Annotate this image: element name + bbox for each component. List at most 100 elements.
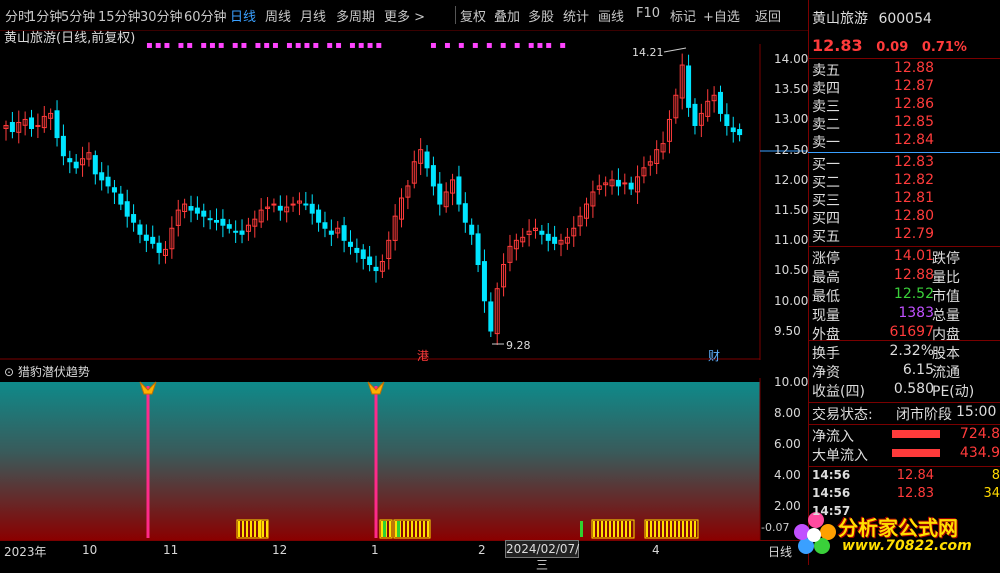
period-tab-60min[interactable]: 60分钟 (184, 6, 227, 25)
period-tab-weekly[interactable]: 周线 (265, 6, 291, 25)
price-change-pct: 0.71% (921, 40, 967, 55)
stat2-row: 收益(四) 0.580 PE(动) (808, 381, 1000, 400)
tick-row: 14:56 12.84 8 (808, 468, 1000, 486)
high-label: 14.21 (632, 46, 664, 59)
last-price: 12.83 (812, 36, 863, 55)
candle-body (290, 203, 296, 206)
watermark-url: www.70822.com (842, 538, 972, 554)
signal-bar (423, 521, 425, 537)
row-label: 现量 (812, 308, 840, 324)
tool-f10-button[interactable]: F10 (636, 6, 660, 21)
signal-bar (654, 521, 656, 537)
candle-body (456, 176, 462, 205)
time-label: 2 (478, 543, 486, 557)
row-value: 12.82 (893, 172, 934, 188)
cursor-date-label: 2024/02/07/三 (505, 540, 580, 572)
row-value: 12.81 (893, 190, 934, 206)
candle-body (277, 205, 283, 211)
candle-body (481, 261, 487, 302)
time-label: 2023年 (4, 545, 47, 559)
candle-body (430, 165, 436, 187)
period-label: 日线 (768, 545, 793, 559)
tool-overlay-button[interactable]: 叠加 (494, 6, 520, 25)
signal-bar (254, 521, 256, 537)
period-tab-30min[interactable]: 30分钟 (140, 6, 183, 25)
indicator-collapse-icon[interactable]: ⊙ (4, 365, 14, 379)
price-tick-label: 9.50 (774, 323, 801, 338)
signal-bar (238, 521, 240, 537)
candle-body (131, 214, 137, 223)
period-tab-5min[interactable]: 5分钟 (61, 6, 95, 25)
period-tab-monthly[interactable]: 月线 (300, 6, 326, 25)
signal-bar (605, 521, 607, 537)
tool-multistock-button[interactable]: 多股 (528, 6, 554, 25)
price-change: 0.09 (876, 40, 909, 55)
tool-stats-button[interactable]: 统计 (563, 6, 589, 25)
tick-volume: 8 (991, 468, 1000, 483)
price-tick-label: 13.00 (774, 112, 809, 127)
signal-bar (593, 521, 595, 537)
row-value: 12.84 (893, 132, 934, 148)
candle-body (143, 234, 149, 241)
candle-body (150, 236, 156, 244)
candle-body (322, 222, 328, 229)
tool-draw-button[interactable]: 画线 (598, 6, 624, 25)
candle-body (111, 187, 117, 193)
row-value: 61697 (889, 324, 934, 340)
row-label: 卖一 (812, 135, 840, 151)
row-label: 买五 (812, 229, 840, 245)
tool-add-watchlist-button[interactable]: +自选 (703, 6, 740, 25)
tool-back-button[interactable]: 返回 (755, 6, 781, 25)
quote-stock-code: 600054 (878, 11, 932, 27)
signal-bar (250, 521, 252, 537)
tick-time: 14:57 (812, 504, 851, 518)
time-label: 11 (163, 543, 179, 557)
indicator-chart[interactable] (0, 378, 808, 540)
signal-bar (403, 521, 405, 537)
signal-bar (621, 521, 623, 537)
financial-report-tag[interactable]: 财 (708, 347, 720, 364)
row-label-2: 量比 (932, 270, 960, 286)
candle-body (316, 209, 322, 223)
row-label: 买四 (812, 211, 840, 227)
candle-body (475, 233, 481, 266)
net-inflow-bar (892, 430, 940, 438)
period-tab-daily[interactable]: 日线 (230, 6, 256, 25)
signal-bar (629, 521, 631, 537)
candlestick-chart[interactable]: 14.21 9.28 (0, 44, 808, 360)
row-value: 12.79 (893, 226, 934, 242)
row-value: 12.87 (893, 78, 934, 94)
signal-bar (427, 521, 429, 537)
quote-header: 黄山旅游 600054 (812, 8, 932, 28)
tool-adjust-button[interactable]: 复权 (460, 6, 486, 25)
signal-bar (389, 521, 391, 537)
period-tab-15min[interactable]: 15分钟 (98, 6, 141, 25)
tick-row: 14:56 12.83 34 (808, 486, 1000, 504)
stat-row: 最高 12.88 量比 (808, 267, 1000, 286)
big-inflow-row: 大单流入 434.9 (812, 445, 1000, 464)
period-tab-more[interactable]: 更多 > (384, 6, 425, 25)
row-value: 1383 (898, 305, 934, 321)
period-tab-multi[interactable]: 多周期 (336, 6, 375, 25)
candle-body (9, 121, 15, 133)
row-label-2: 市值 (932, 289, 960, 305)
candle-body (156, 242, 162, 253)
row-label: 买三 (812, 193, 840, 209)
indicator-tick-label: 2.00 (774, 499, 801, 513)
row-label: 最高 (812, 270, 840, 286)
hk-connect-tag[interactable]: 港 (417, 347, 429, 364)
ask-row: 卖二 12.85 (808, 114, 1000, 133)
row-label-2: PE(动) (932, 384, 975, 400)
candle-body (271, 203, 277, 206)
signal-bar (419, 521, 421, 537)
row-label: 收益(四) (812, 384, 865, 400)
row-value: 12.85 (893, 114, 934, 130)
period-tab-1min[interactable]: 1分钟 (28, 6, 62, 25)
row-value: 0.580 (893, 381, 934, 397)
candle-body (239, 230, 245, 235)
signal-bar (242, 521, 244, 537)
high-pointer (663, 47, 687, 53)
candle-body (686, 65, 692, 108)
time-axis: 2023年 10 11 12 1 2 4 日线 (0, 540, 808, 566)
tool-mark-button[interactable]: 标记 (670, 6, 696, 25)
